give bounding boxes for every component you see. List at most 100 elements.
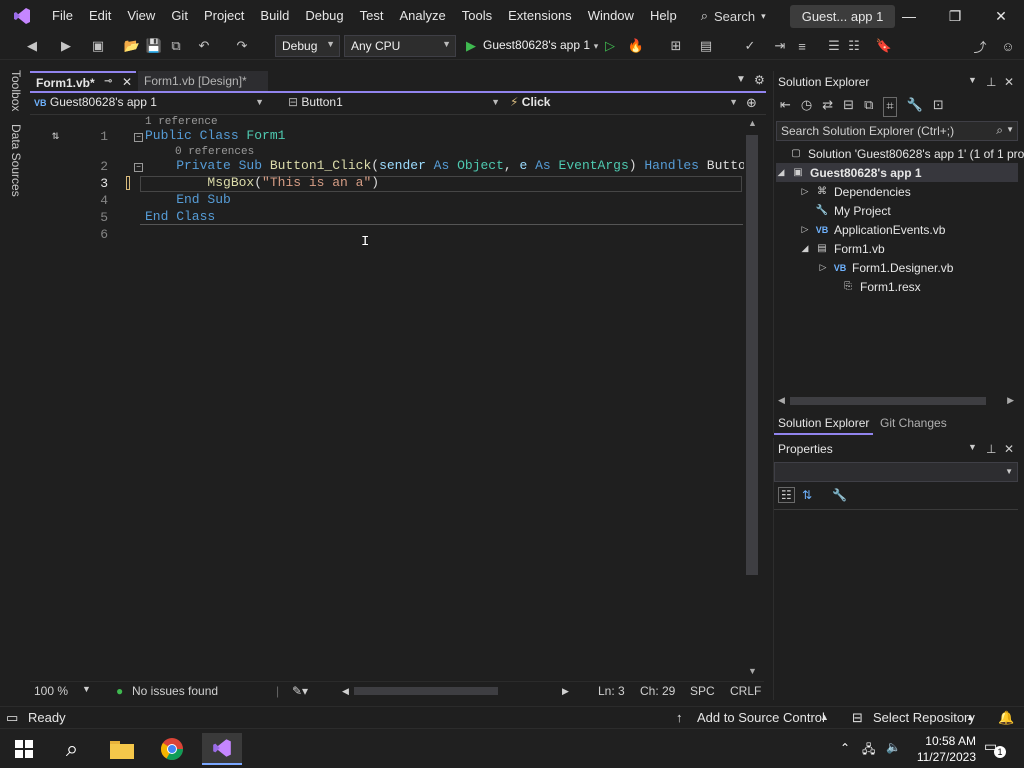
redo-icon[interactable]: ↷ — [234, 38, 250, 54]
feedback-icon[interactable]: ☺ — [1000, 38, 1016, 54]
search-icon[interactable]: ⌕ — [52, 733, 92, 765]
tab-form1-design[interactable]: Form1.vb [Design]* — [138, 71, 268, 92]
history-icon[interactable]: ◷ — [801, 97, 812, 117]
scroll-right-icon[interactable]: ▶ — [1007, 395, 1014, 406]
issues-status[interactable]: No issues found — [132, 684, 218, 698]
notifications-icon[interactable]: ▭ 1 — [984, 738, 1006, 758]
collapsed-arrow-icon[interactable]: ▷ — [800, 186, 810, 197]
object-selector-dropdown[interactable]: ▼ — [774, 462, 1018, 482]
windows-start-icon[interactable] — [4, 733, 44, 765]
back-icon[interactable]: ◀ — [24, 38, 40, 54]
toolbox-tab[interactable]: Toolbox — [9, 70, 23, 111]
collapse-all-icon[interactable]: ⊟ — [843, 97, 854, 117]
close-icon[interactable]: ✕ — [1004, 442, 1014, 456]
object-dropdown[interactable]: ⊟ Button1 ▼ — [288, 95, 504, 113]
step-icon[interactable]: ⇥ — [772, 38, 788, 54]
codelens-class-references[interactable]: 1 reference — [145, 116, 218, 128]
member-dropdown[interactable]: ⚡ Click ▼ — [510, 95, 742, 113]
alphabetical-icon[interactable]: ⇅ — [802, 488, 812, 502]
menu-test[interactable]: Test — [352, 0, 392, 32]
menu-extensions[interactable]: Extensions — [500, 0, 580, 32]
network-icon[interactable]: 🖧 — [862, 740, 875, 761]
tree-item-form1-designer[interactable]: ▷ VB Form1.Designer.vb — [818, 258, 954, 277]
scroll-right-icon[interactable]: ▶ — [562, 686, 569, 697]
chevron-down-icon[interactable]: ▼ — [82, 684, 91, 694]
menu-view[interactable]: View — [119, 0, 163, 32]
platform-dropdown[interactable]: Any CPU ▼ — [344, 35, 456, 57]
tree-item-form1-resx[interactable]: ⎘ Form1.resx — [840, 277, 921, 296]
code-cleanup-icon[interactable]: ✎▾ — [292, 684, 308, 698]
hot-reload-icon[interactable]: 🔥 — [628, 38, 644, 54]
pin-icon[interactable]: ⊥ — [986, 442, 996, 456]
minimize-button[interactable]: — — [886, 0, 932, 32]
expanded-arrow-icon[interactable]: ◢ — [800, 243, 810, 254]
project-dropdown[interactable]: VB Guest80628's app 1 ▼ — [34, 95, 268, 113]
menu-git[interactable]: Git — [163, 0, 196, 32]
menu-file[interactable]: File — [44, 0, 81, 32]
start-target-label[interactable]: Guest80628's app 1 — [483, 38, 590, 52]
tree-item-project[interactable]: ◢ ▣ Guest80628's app 1 — [776, 163, 1018, 182]
configuration-dropdown[interactable]: Debug ▼ — [275, 35, 340, 57]
property-pages-icon[interactable]: 🔧 — [832, 488, 847, 502]
comment-icon[interactable]: ☰ — [826, 38, 842, 54]
gear-icon[interactable]: ⚙ — [754, 73, 765, 87]
tree-item-my-project[interactable]: 🔧 My Project — [814, 201, 891, 220]
clock[interactable]: 10:58 AM 11/27/2023 — [917, 733, 976, 765]
line-ending-indicator[interactable]: CRLF — [730, 684, 761, 698]
browse-icon[interactable]: ⊞ — [668, 38, 684, 54]
code-editor[interactable]: ⇅ 1 reference 1 − Public Class Form1 0 r… — [30, 116, 761, 682]
visual-studio-logo-icon[interactable] — [0, 0, 44, 32]
data-sources-tab[interactable]: Data Sources — [9, 124, 23, 197]
forward-icon[interactable]: ▶ — [58, 38, 74, 54]
chevron-up-icon[interactable]: ▲ — [820, 712, 829, 722]
preview-icon[interactable]: ⊡ — [933, 97, 944, 117]
chevron-up-icon[interactable]: ▲ — [966, 712, 975, 722]
column-indicator[interactable]: Ch: 29 — [640, 684, 675, 698]
collapse-icon[interactable]: − — [134, 163, 143, 172]
save-all-icon[interactable]: ⧉ — [168, 38, 184, 54]
select-repository[interactable]: Select Repository — [873, 710, 975, 725]
chrome-icon[interactable] — [152, 733, 192, 765]
scrollbar-thumb[interactable] — [790, 397, 986, 405]
menu-analyze[interactable]: Analyze — [391, 0, 453, 32]
menu-debug[interactable]: Debug — [297, 0, 351, 32]
solution-horizontal-scrollbar[interactable]: ◀ ▶ — [776, 395, 1018, 407]
categorized-icon[interactable]: ☷ — [778, 487, 795, 503]
tree-item-form1[interactable]: ◢ ▤ Form1.vb — [800, 239, 885, 258]
codelens-sub-references[interactable]: 0 references — [175, 146, 254, 158]
uncomment-icon[interactable]: ☷ — [846, 38, 862, 54]
add-to-source-control[interactable]: Add to Source Control — [697, 710, 825, 725]
bookmark-icon[interactable]: 🔖 — [876, 38, 892, 54]
close-icon[interactable]: ✕ — [1004, 75, 1014, 89]
horizontal-scrollbar-thumb[interactable] — [354, 687, 498, 695]
tree-item-dependencies[interactable]: ▷ ⌘ Dependencies — [800, 182, 911, 201]
filter-icon[interactable]: ⌗ — [883, 97, 897, 117]
visual-studio-taskbar-icon[interactable] — [202, 733, 242, 765]
maximize-button[interactable]: ❐ — [932, 0, 978, 32]
split-window-icon[interactable]: ⊕ — [746, 95, 757, 111]
tray-chevron-icon[interactable]: ⌃ — [840, 741, 850, 755]
undo-icon[interactable]: ↶ — [196, 38, 212, 54]
tree-item-application-events[interactable]: ▷ VB ApplicationEvents.vb — [800, 220, 946, 239]
scroll-up-icon[interactable]: ▲ — [748, 118, 757, 128]
scroll-down-icon[interactable]: ▼ — [748, 666, 757, 676]
zoom-level[interactable]: 100 % — [34, 684, 68, 698]
tab-list-chevron-icon[interactable]: ▼ — [736, 74, 746, 85]
menu-build[interactable]: Build — [252, 0, 297, 32]
save-icon[interactable]: 💾 — [146, 38, 162, 54]
back-icon[interactable]: ⇤ — [780, 97, 791, 117]
scroll-left-icon[interactable]: ◀ — [342, 686, 349, 697]
collapsed-arrow-icon[interactable]: ▷ — [800, 224, 810, 235]
solution-title[interactable]: Guest... app 1 — [789, 4, 896, 28]
close-tab-icon[interactable]: ✕ — [122, 75, 132, 89]
layout-icon[interactable]: ▤ — [698, 38, 714, 54]
menu-edit[interactable]: Edit — [81, 0, 119, 32]
tab-form1-vb[interactable]: Form1.vb* ⊸ ✕ — [30, 71, 136, 92]
pin-icon[interactable]: ⊸ — [104, 76, 112, 87]
format-icon[interactable]: ≡ — [794, 38, 810, 54]
tab-solution-explorer[interactable]: Solution Explorer — [774, 413, 874, 435]
tab-git-changes[interactable]: Git Changes — [876, 413, 951, 433]
scroll-left-icon[interactable]: ◀ — [778, 395, 785, 406]
tree-item-solution[interactable]: ▢ Solution 'Guest80628's app 1' (1 of 1 … — [788, 144, 1024, 163]
show-all-files-icon[interactable]: ⧉ — [864, 97, 873, 117]
